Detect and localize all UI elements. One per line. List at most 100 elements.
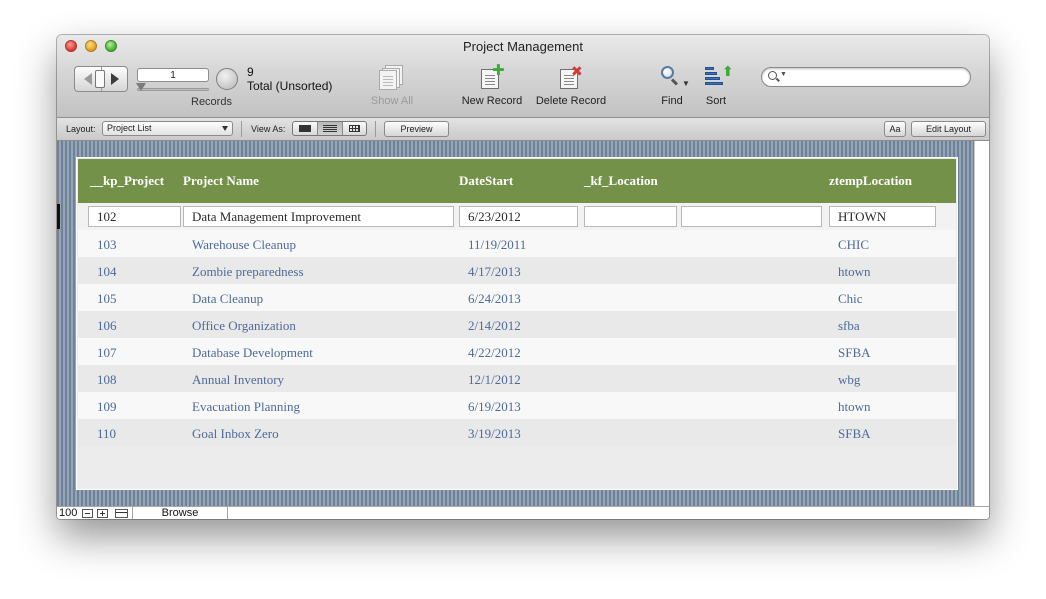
- table-row[interactable]: 110 Goal Inbox Zero 3/19/2013 SFBA: [78, 419, 956, 446]
- cell-ztemp: Chic: [838, 291, 863, 306]
- table-header: __kp_Project Project Name DateStart _kf_…: [78, 159, 956, 203]
- next-arrow-icon: [111, 73, 119, 85]
- record-slider-thumb[interactable]: [136, 83, 146, 91]
- cell-name: Evacuation Planning: [192, 399, 300, 414]
- cell-name: Warehouse Cleanup: [192, 237, 296, 252]
- view-as-list-button[interactable]: [317, 122, 342, 135]
- zoom-out-icon[interactable]: [82, 509, 93, 518]
- cell-name: Annual Inventory: [192, 372, 285, 387]
- view-as-label: View As:: [251, 124, 286, 134]
- record-slider[interactable]: [137, 88, 209, 91]
- table-row[interactable]: 106 Office Organization 2/14/2012 sfba: [78, 311, 956, 338]
- window-title: Project Management: [463, 39, 583, 54]
- table-row[interactable]: 105 Data Cleanup 6/24/2013 Chic: [78, 284, 956, 311]
- cell-id: 103: [97, 237, 117, 252]
- kf-location-name-field[interactable]: [681, 206, 822, 227]
- total-status: Total (Unsorted): [247, 79, 333, 93]
- search-icon: [768, 71, 777, 80]
- show-all-label: Show All: [370, 95, 414, 107]
- delete-record-icon: ✖: [558, 64, 584, 89]
- preview-button[interactable]: Preview: [384, 121, 449, 137]
- view-as-segmented-control: [292, 121, 367, 136]
- cell-id: 110: [97, 426, 117, 441]
- header-project-name: Project Name: [183, 173, 259, 188]
- ztemp-location-field[interactable]: HTOWN: [829, 206, 936, 227]
- cell-name: Office Organization: [192, 318, 296, 333]
- cell-ztemp: htown: [838, 399, 871, 414]
- table-row[interactable]: 107 Database Development 4/22/2012 SFBA: [78, 338, 956, 365]
- kp-project-field[interactable]: 102: [88, 206, 181, 227]
- kf-location-field[interactable]: [584, 206, 677, 227]
- record-navigator: [74, 66, 128, 92]
- list-view-icon: [323, 125, 337, 126]
- new-record-label: New Record: [461, 95, 523, 107]
- new-record-icon: ✚: [479, 63, 505, 89]
- cell-ztemp: SFBA: [838, 345, 871, 360]
- cell-date: 12/1/2012: [468, 372, 521, 387]
- separator: [375, 121, 376, 137]
- layout-content-area: __kp_Project Project Name DateStart _kf_…: [57, 141, 974, 513]
- table-row-active[interactable]: 102 Data Management Improvement 6/23/201…: [78, 203, 956, 230]
- mode-popup[interactable]: Browse: [132, 507, 228, 519]
- cell-ztemp: htown: [838, 264, 871, 279]
- filemaker-window: Project Management 1 9 Total (Unsorted) …: [57, 35, 989, 519]
- next-record-button[interactable]: [102, 67, 128, 91]
- search-options-caret-icon[interactable]: ▼: [780, 71, 787, 78]
- show-all-button[interactable]: Show All: [362, 65, 422, 107]
- header-ztemp-location: ztempLocation: [829, 173, 913, 188]
- find-label: Find: [661, 95, 683, 107]
- header-kp-project: __kp_Project: [90, 173, 165, 188]
- chevron-down-icon: [222, 126, 228, 131]
- header-date-start: DateStart: [459, 173, 514, 188]
- find-button[interactable]: ▼ Find: [652, 65, 692, 107]
- sort-button[interactable]: ⬆ Sort: [697, 64, 735, 107]
- toggle-toolbar-icon[interactable]: [115, 509, 128, 518]
- layout-select[interactable]: Project List: [102, 121, 233, 136]
- cell-date: 11/19/2011: [468, 237, 527, 252]
- record-book-icon: [95, 70, 105, 88]
- delete-record-button[interactable]: ✖ Delete Record: [531, 64, 611, 107]
- records-label: Records: [191, 96, 232, 108]
- separator: [241, 121, 242, 137]
- found-set-pie-icon[interactable]: [216, 68, 238, 90]
- sort-icon: ⬆: [702, 64, 734, 89]
- edit-layout-button[interactable]: Edit Layout: [911, 121, 986, 137]
- cell-id: 109: [97, 399, 117, 414]
- layout-label: Layout:: [66, 124, 96, 134]
- table-row[interactable]: 109 Evacuation Planning 6/19/2013 htown: [78, 392, 956, 419]
- search-input[interactable]: ▼: [761, 67, 971, 87]
- view-as-table-button[interactable]: [342, 122, 367, 135]
- table-row[interactable]: 103 Warehouse Cleanup 11/19/2011 CHIC: [78, 230, 956, 257]
- cell-name: Goal Inbox Zero: [192, 426, 279, 441]
- form-view-icon: [299, 125, 311, 132]
- title-bar: Project Management 1 9 Total (Unsorted) …: [57, 35, 989, 118]
- zoom-in-icon[interactable]: [97, 509, 108, 518]
- cell-name: Data Cleanup: [192, 291, 264, 306]
- view-as-form-button[interactable]: [293, 122, 317, 135]
- new-record-button[interactable]: ✚ New Record: [457, 63, 527, 107]
- cell-date: 6/24/2013: [468, 291, 521, 306]
- cell-date: 2/14/2012: [468, 318, 521, 333]
- layout-bar: Layout: Project List View As: Preview Aa…: [57, 118, 989, 141]
- vertical-scrollbar[interactable]: [974, 141, 989, 513]
- cell-date: 4/17/2013: [468, 264, 521, 279]
- delete-record-label: Delete Record: [535, 95, 607, 107]
- project-name-field[interactable]: Data Management Improvement: [183, 206, 454, 227]
- text-format-button[interactable]: Aa: [884, 121, 906, 137]
- current-record-input[interactable]: 1: [137, 68, 209, 82]
- cell-id: 104: [97, 264, 117, 279]
- cell-id: 105: [97, 291, 117, 306]
- sort-label: Sort: [705, 95, 727, 107]
- previous-arrow-icon: [84, 73, 92, 85]
- cell-id: 107: [97, 345, 117, 360]
- table-row[interactable]: 108 Annual Inventory 12/1/2012 wbg: [78, 365, 956, 392]
- table-row[interactable]: 104 Zombie preparedness 4/17/2013 htown: [78, 257, 956, 284]
- found-count: 9: [247, 65, 254, 79]
- cell-ztemp: CHIC: [838, 237, 870, 252]
- cell-name: Database Development: [192, 345, 313, 360]
- status-bar: 100 Browse: [57, 506, 989, 519]
- find-icon: ▼: [655, 65, 690, 89]
- cell-date: 3/19/2013: [468, 426, 521, 441]
- zoom-level[interactable]: 100: [59, 507, 77, 519]
- date-start-field[interactable]: 6/23/2012: [459, 206, 578, 227]
